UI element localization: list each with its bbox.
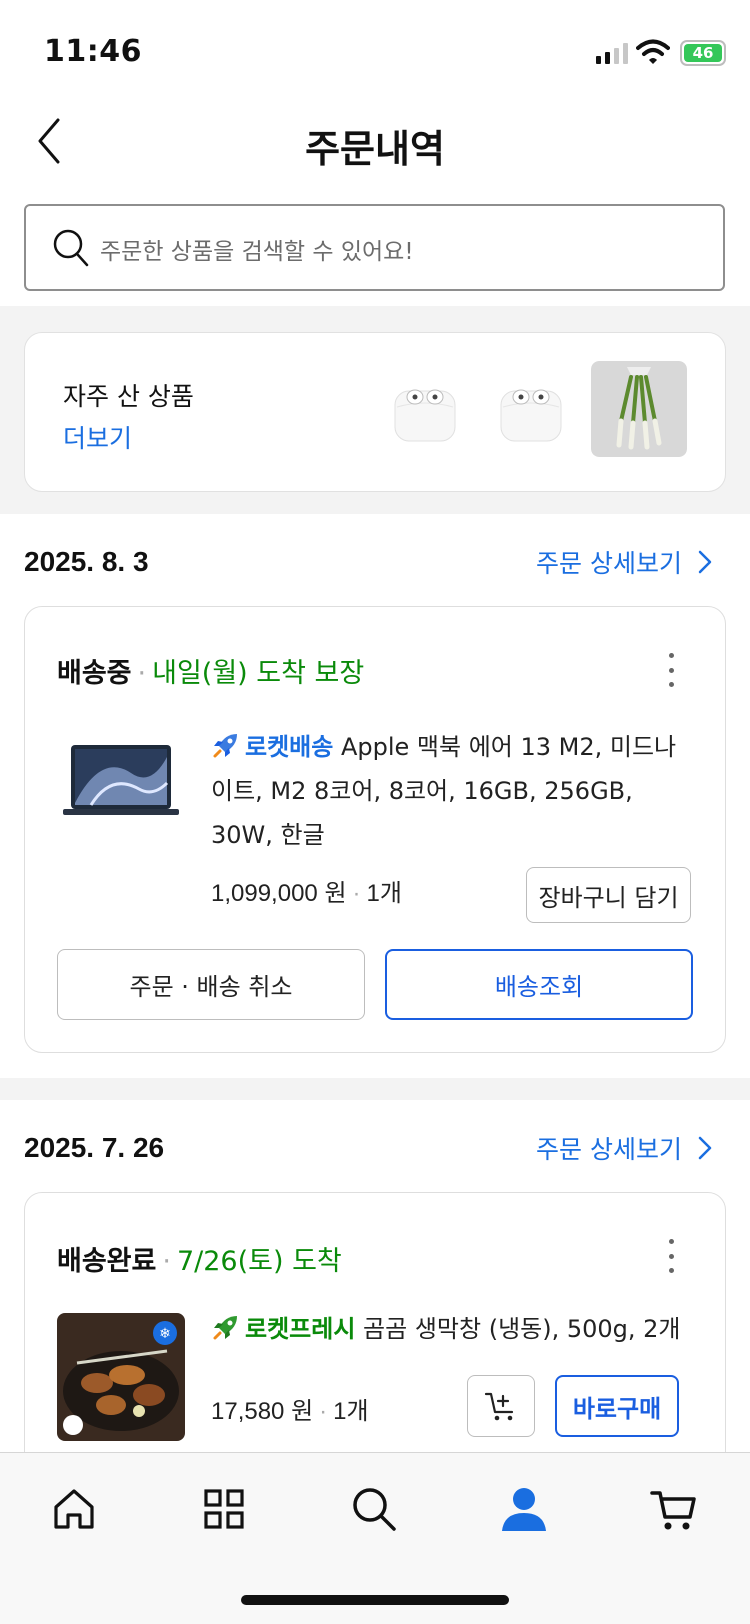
search-input[interactable]: 주문한 상품을 검색할 수 있어요! [24,204,725,291]
product-name[interactable]: 로켓프레시 곰곰 생막창 (냉동), 500g, 2개 [211,1307,701,1351]
svg-text:❄: ❄ [159,1326,171,1342]
frequent-products-title: 자주 산 상품 [63,382,194,411]
order-date: 2025. 8. 3 [24,546,149,577]
quantity: 1개 [366,880,402,907]
product-thumbnail-macbook[interactable] [61,743,181,819]
status-detail: 7/26(토) 도착 [176,1246,342,1277]
rocket-delivery-tag: 로켓배송 [245,733,334,761]
cart-icon[interactable] [650,1485,698,1533]
product-thumbnail-airpods-2[interactable] [483,361,579,457]
more-options-icon[interactable] [667,1239,675,1273]
price-quantity: 17,580 원 · 1개 [211,1398,369,1425]
product-thumbnail-makchang[interactable]: ❄ [57,1313,185,1441]
battery-level: 46 [684,44,722,62]
add-to-cart-icon-button[interactable] [467,1375,535,1437]
home-icon[interactable] [50,1485,98,1533]
rocket-icon [213,734,237,758]
product-name[interactable]: 로켓배송 Apple 맥북 에어 13 M2, 미드나이트, M2 8코어, 8… [211,725,691,857]
quantity: 1개 [333,1398,369,1425]
my-page-icon[interactable] [500,1485,548,1533]
buy-now-button[interactable]: 바로구매 [555,1375,679,1437]
product-thumbnail-airpods[interactable] [377,361,473,457]
frequent-products-more-link[interactable]: 더보기 [63,419,132,455]
product-title: 곰곰 생막창 (냉동), 500g, 2개 [363,1315,681,1343]
status-time: 11:46 [44,34,142,69]
rocket-fresh-icon [213,1316,237,1340]
rocket-fresh-tag: 로켓프레시 [245,1315,356,1343]
more-options-icon[interactable] [667,653,675,687]
search-icon[interactable] [350,1485,398,1533]
status-label: 배송중 [57,658,132,689]
search-placeholder: 주문한 상품을 검색할 수 있어요! [100,239,414,265]
price: 1,099,000 원 [211,880,347,907]
price-quantity: 1,099,000 원 · 1개 [211,880,402,907]
order-date: 2025. 7. 26 [24,1132,165,1163]
product-thumbnail-green-onion[interactable] [591,361,687,457]
order-detail-label: 주문 상세보기 [536,549,682,578]
status-label: 배송완료 [57,1246,157,1277]
order-detail-link[interactable]: 주문 상세보기 [536,1130,712,1166]
order-detail-link[interactable]: 주문 상세보기 [536,544,712,580]
chevron-right-icon [698,550,712,574]
delivery-status: 배송완료 · 7/26(토) 도착 [57,1246,342,1277]
search-icon [53,229,89,267]
order-card: 배송중 · 내일(월) 도착 보장 로켓배송 Apple 맥북 에어 13 M2, … [24,606,726,1053]
track-delivery-button[interactable]: 배송조회 [385,949,693,1020]
section-divider [0,1078,750,1100]
cancel-order-button[interactable]: 주문 · 배송 취소 [57,949,365,1020]
categories-icon[interactable] [200,1485,248,1533]
page-title: 주문내역 [305,127,445,171]
status-detail: 내일(월) 도착 보장 [152,658,365,689]
cellular-signal-icon [596,42,628,64]
delivery-status: 배송중 · 내일(월) 도착 보장 [57,658,365,689]
price: 17,580 원 [211,1398,314,1425]
cart-plus-icon [484,1392,514,1421]
order-detail-label: 주문 상세보기 [536,1135,682,1164]
home-indicator [241,1595,509,1605]
add-to-cart-button[interactable]: 장바구니 담기 [526,867,691,923]
battery-icon: 46 [680,40,726,66]
wifi-icon [636,39,670,64]
status-bar: 11:46 46 [0,0,750,100]
chevron-right-icon [698,1136,712,1160]
frequent-products-card[interactable]: 자주 산 상품 더보기 [24,332,726,492]
